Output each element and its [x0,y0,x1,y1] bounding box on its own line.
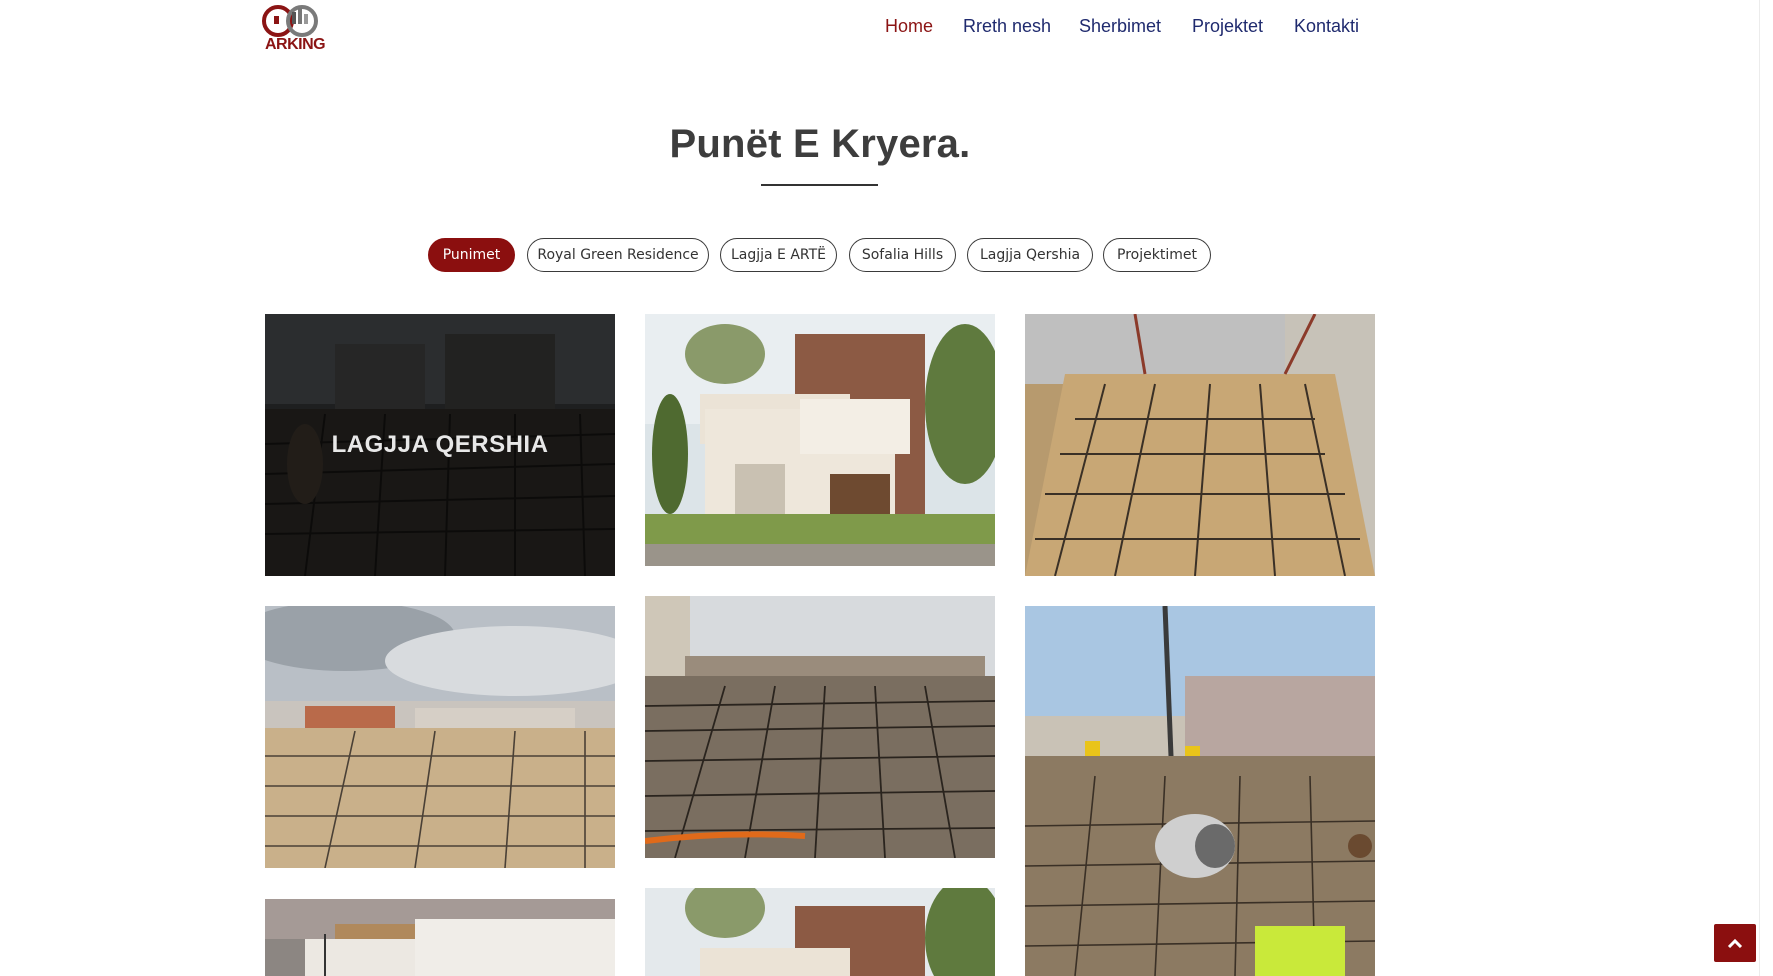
filter-punimet[interactable]: Punimet [428,238,515,272]
filter-royal-green-residence[interactable]: Royal Green Residence [527,238,709,272]
foundation-slab-photo [265,606,615,868]
gallery-item[interactable] [1025,314,1375,576]
filter-projektimet[interactable]: Projektimet [1103,238,1211,272]
page-scrollbar[interactable] [1756,0,1773,976]
gallery-item[interactable] [265,899,615,976]
nav-sherbimet[interactable]: Sherbimet [1079,16,1161,37]
rebar-mesh-photo [645,596,995,858]
nav-rreth-nesh[interactable]: Rreth nesh [963,16,1051,37]
back-to-top-button[interactable] [1714,924,1756,962]
house-render-photo [645,314,995,566]
gallery-item[interactable]: LAGJJA QERSHIA [265,314,615,576]
chevron-up-icon [1727,938,1743,948]
title-underline [761,184,878,186]
filter-sofalia-hills[interactable]: Sofalia Hills [849,238,956,272]
concrete-pouring-photo [1025,606,1375,976]
arking-logo[interactable]: ARKING [262,2,332,54]
filter-lagjja-e-arte[interactable]: Lagjja E ARTË [720,238,837,272]
brand-name: ARKING [265,36,326,53]
overlay-title: LAGJJA QERSHIA [331,431,549,458]
scrollbar-thumb[interactable] [1759,0,1770,976]
nav-home[interactable]: Home [885,16,933,37]
gallery-item[interactable] [1025,606,1375,976]
gallery-hover-overlay: LAGJJA QERSHIA [265,314,615,576]
house-render-photo [645,888,995,976]
section-title: Punët E Kryera. [669,122,971,166]
gallery-item[interactable] [645,596,995,858]
filter-lagjja-qershia[interactable]: Lagjja Qershia [967,238,1093,272]
gallery-item[interactable] [645,314,995,566]
modern-house-photo [265,899,615,976]
filter-bar: Punimet Royal Green Residence Lagjja E A… [0,238,1773,274]
nav-kontakti[interactable]: Kontakti [1294,16,1359,37]
gallery-item[interactable] [265,606,615,868]
nav-projektet[interactable]: Projektet [1192,16,1263,37]
formwork-rebar-photo [1025,314,1375,576]
gallery-item[interactable] [645,888,995,976]
